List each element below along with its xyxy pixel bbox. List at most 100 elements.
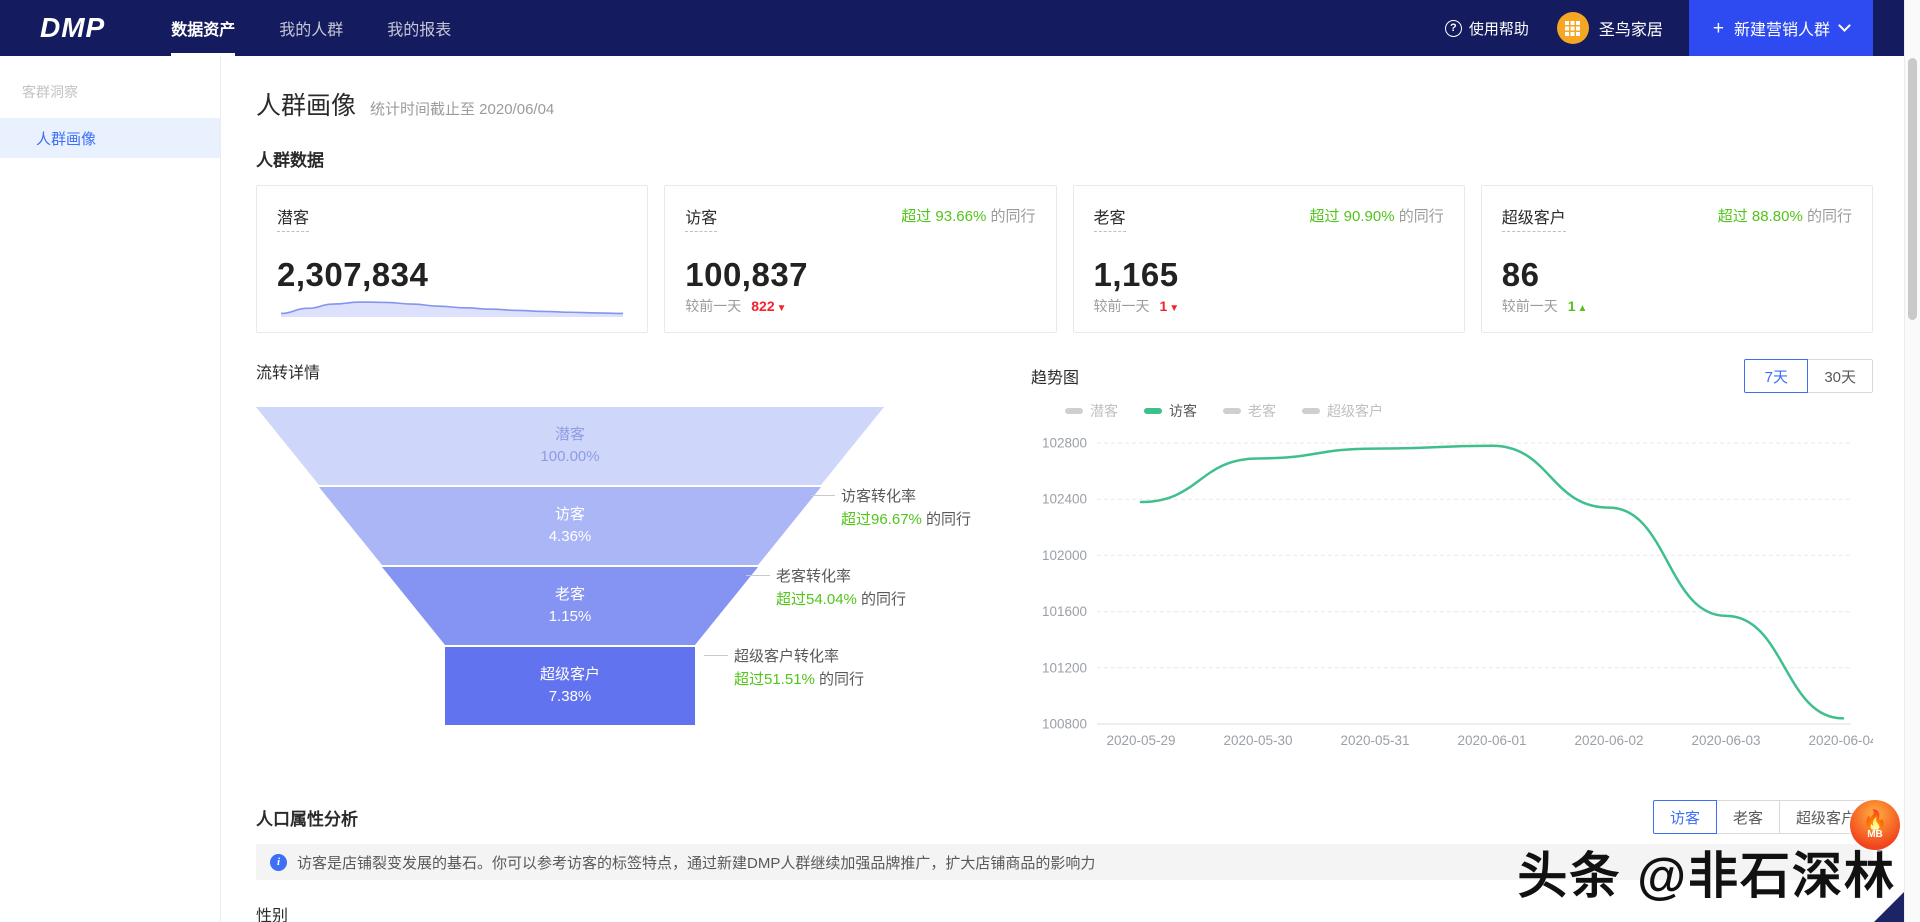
legend-swatch bbox=[1065, 408, 1083, 414]
nav-item-my-reports[interactable]: 我的报表 bbox=[365, 0, 473, 56]
info-banner-text: 访客是店铺裂变发展的基石。你可以参考访客的标签特点，通过新建DMP人群继续加强品… bbox=[297, 852, 1095, 873]
watermark-text: 头条 @非石深林 bbox=[1517, 836, 1896, 908]
range-button-30d[interactable]: 30天 bbox=[1807, 359, 1873, 393]
stat-cards-row: 潜客 2,307,834 访客 超过 93.66% 的同行 100,837 较前… bbox=[256, 185, 1873, 333]
trend-header: 趋势图 7天 30天 bbox=[1031, 359, 1873, 393]
funnel-chart: 潜客100.00% 访客4.36% 老客1.15% 超级客户7.38% 访客转化… bbox=[256, 407, 1011, 737]
legend-swatch bbox=[1302, 408, 1320, 414]
svg-text:101200: 101200 bbox=[1042, 660, 1087, 675]
stat-card-value: 2,307,834 bbox=[277, 256, 627, 294]
arrow-down-icon: ▼ bbox=[777, 303, 787, 314]
legend-item-super-customers[interactable]: 超级客户 bbox=[1302, 401, 1383, 421]
tab-visitors[interactable]: 访客 bbox=[1653, 800, 1717, 834]
top-navbar: DMP 数据资产 我的人群 我的报表 ? 使用帮助 bbox=[0, 0, 1904, 56]
legend-item-visitors[interactable]: 访客 bbox=[1144, 401, 1197, 421]
demographics-header: 人口属性分析 访客 老客 超级客户 bbox=[256, 800, 1873, 834]
account-menu[interactable]: 圣鸟家居 bbox=[1557, 12, 1663, 44]
stat-card-visitors: 访客 超过 93.66% 的同行 100,837 较前一天 822▼ bbox=[664, 185, 1056, 333]
info-icon: i bbox=[270, 854, 287, 871]
svg-text:2020-06-04: 2020-06-04 bbox=[1808, 733, 1873, 748]
stat-card-potential: 潜客 2,307,834 bbox=[256, 185, 648, 333]
svg-text:2020-05-30: 2020-05-30 bbox=[1223, 733, 1292, 748]
legend-swatch bbox=[1223, 408, 1241, 414]
watermark-badge: 🔥 MB bbox=[1850, 800, 1900, 850]
help-link[interactable]: ? 使用帮助 bbox=[1445, 18, 1529, 39]
trend-range-switch: 7天 30天 bbox=[1744, 359, 1873, 393]
grid-avatar-icon bbox=[1565, 21, 1580, 36]
dmp-logo[interactable]: DMP bbox=[40, 12, 105, 44]
watermark-badge-text: MB bbox=[1867, 829, 1883, 840]
charts-row: 流转详情 潜客100.00% 访客4.36% 老客1.15% 超级客户7.38% bbox=[256, 359, 1873, 754]
stat-card-label[interactable]: 超级客户 bbox=[1502, 204, 1566, 232]
section-title-trend: 趋势图 bbox=[1031, 364, 1079, 388]
page-header: 人群画像 统计时间截止至 2020/06/04 bbox=[256, 86, 1873, 122]
help-label: 使用帮助 bbox=[1469, 18, 1529, 39]
svg-text:100800: 100800 bbox=[1042, 717, 1087, 732]
trend-section: 趋势图 7天 30天 潜客 访客 老客 bbox=[1031, 359, 1873, 754]
peer-comparison: 超过 93.66% 的同行 bbox=[901, 205, 1035, 226]
sidebar-item-audience-portrait[interactable]: 人群画像 bbox=[0, 118, 220, 158]
sparkline-chart bbox=[277, 294, 627, 320]
flame-icon: 🔥 bbox=[1863, 811, 1888, 831]
svg-text:2020-06-01: 2020-06-01 bbox=[1457, 733, 1526, 748]
question-circle-icon: ? bbox=[1445, 20, 1462, 37]
stat-card-label[interactable]: 老客 bbox=[1094, 204, 1126, 232]
main-content: 人群画像 统计时间截止至 2020/06/04 人群数据 潜客 2,307,83… bbox=[221, 56, 1904, 922]
nav-item-data-assets[interactable]: 数据资产 bbox=[149, 0, 257, 56]
stat-card-super-customers: 超级客户 超过 88.80% 的同行 86 较前一天 1▲ bbox=[1481, 185, 1873, 333]
create-marketing-audience-button[interactable]: + 新建营销人群 bbox=[1689, 0, 1873, 56]
stat-card-returning: 老客 超过 90.90% 的同行 1,165 较前一天 1▼ bbox=[1073, 185, 1465, 333]
page-subtitle: 统计时间截止至 2020/06/04 bbox=[370, 98, 554, 119]
navbar-right: ? 使用帮助 圣鸟家居 + 新建营销人群 bbox=[1445, 0, 1904, 56]
nav-item-my-audiences[interactable]: 我的人群 bbox=[257, 0, 365, 56]
tab-returning[interactable]: 老客 bbox=[1716, 800, 1780, 834]
svg-text:102400: 102400 bbox=[1042, 492, 1087, 507]
funnel-stage-potential: 潜客100.00% bbox=[256, 407, 884, 485]
chevron-down-icon bbox=[1838, 19, 1851, 32]
day-over-day-delta: 较前一天 822▼ bbox=[685, 296, 786, 316]
sidebar-section-label: 客群洞察 bbox=[0, 82, 220, 118]
nav-item-label: 数据资产 bbox=[171, 16, 235, 40]
funnel-annotation-returning-rate: 老客转化率 超过54.04% 的同行 bbox=[776, 565, 906, 612]
trend-line-chart: 100800 101200 101600 102000 102400 102800 2020… bbox=[1031, 425, 1873, 755]
day-over-day-delta: 较前一天 1▲ bbox=[1502, 296, 1588, 316]
funnel-section: 流转详情 潜客100.00% 访客4.36% 老客1.15% 超级客户7.38% bbox=[256, 359, 1011, 754]
svg-text:2020-05-31: 2020-05-31 bbox=[1340, 733, 1409, 748]
funnel-annotation-visitor-rate: 访客转化率 超过96.67% 的同行 bbox=[841, 485, 971, 532]
range-button-7d[interactable]: 7天 bbox=[1744, 359, 1808, 393]
legend-item-potential[interactable]: 潜客 bbox=[1065, 401, 1118, 421]
create-button-label: 新建营销人群 bbox=[1734, 16, 1830, 40]
page-title: 人群画像 bbox=[256, 86, 356, 122]
stat-card-value: 1,165 bbox=[1094, 256, 1444, 294]
day-over-day-delta: 较前一天 1▼ bbox=[1094, 296, 1180, 316]
stat-card-label[interactable]: 访客 bbox=[685, 204, 717, 232]
svg-text:2020-05-29: 2020-05-29 bbox=[1106, 733, 1175, 748]
svg-text:101600: 101600 bbox=[1042, 604, 1087, 619]
legend-item-returning[interactable]: 老客 bbox=[1223, 401, 1276, 421]
arrow-up-icon: ▲ bbox=[1578, 303, 1588, 314]
section-title-audience-data: 人群数据 bbox=[256, 146, 1873, 171]
svg-text:102000: 102000 bbox=[1042, 548, 1087, 563]
nav-item-label: 我的人群 bbox=[279, 16, 343, 40]
funnel-annotation-super-rate: 超级客户转化率 超过51.51% 的同行 bbox=[734, 645, 864, 692]
sidebar: 客群洞察 人群画像 bbox=[0, 56, 221, 922]
plus-icon: + bbox=[1713, 19, 1724, 38]
trend-legend: 潜客 访客 老客 超级客户 bbox=[1065, 401, 1873, 421]
section-title-funnel: 流转详情 bbox=[256, 359, 1011, 383]
svg-text:2020-06-02: 2020-06-02 bbox=[1574, 733, 1643, 748]
peer-comparison: 超过 88.80% 的同行 bbox=[1718, 205, 1852, 226]
funnel-stage-visitors: 访客4.36% bbox=[256, 487, 884, 565]
section-title-demographics: 人口属性分析 bbox=[256, 805, 358, 830]
account-name: 圣鸟家居 bbox=[1599, 16, 1663, 40]
svg-text:102800: 102800 bbox=[1042, 436, 1087, 451]
svg-text:2020-06-03: 2020-06-03 bbox=[1691, 733, 1760, 748]
main-nav: 数据资产 我的人群 我的报表 bbox=[149, 0, 473, 56]
scrollbar-track[interactable] bbox=[1904, 0, 1920, 922]
peer-comparison: 超过 90.90% 的同行 bbox=[1310, 205, 1444, 226]
watermark: 🔥 MB 头条 @非石深林 bbox=[1517, 836, 1896, 908]
corner-triangle bbox=[1874, 892, 1904, 922]
arrow-down-icon: ▼ bbox=[1169, 303, 1179, 314]
stat-card-label[interactable]: 潜客 bbox=[277, 204, 309, 232]
scrollbar-thumb[interactable] bbox=[1908, 58, 1917, 320]
stat-card-value: 86 bbox=[1502, 256, 1852, 294]
